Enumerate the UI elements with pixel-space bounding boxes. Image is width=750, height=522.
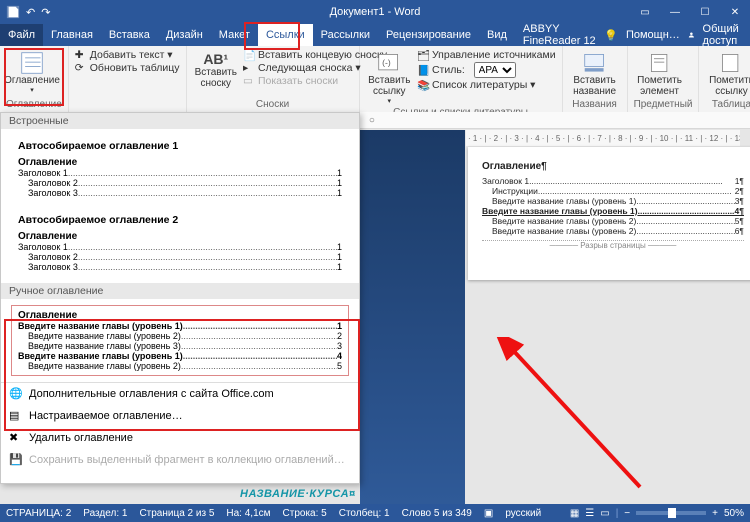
view-web-icon[interactable]: ▭ — [600, 508, 609, 519]
mark-citation-button[interactable]: Пометить ссылку — [705, 49, 750, 99]
group-toc-label: Оглавление — [6, 99, 62, 112]
toc-auto2[interactable]: Автособираемое оглавление 2 Оглавление З… — [11, 209, 349, 277]
prev-page-strip — [360, 130, 465, 504]
globe-icon: 🌐 — [9, 387, 23, 401]
style-dropdown[interactable]: APA — [474, 62, 516, 78]
toc-remove[interactable]: ✖Удалить оглавление — [1, 427, 359, 449]
caption-icon — [581, 51, 609, 75]
tab-references[interactable]: Ссылки — [258, 24, 313, 46]
view-read-icon[interactable]: ☰ — [585, 508, 594, 519]
update-table-button[interactable]: ⟳Обновить таблицу — [75, 62, 180, 74]
ribbon-tabs: Файл Главная Вставка Дизайн Макет Ссылки… — [0, 24, 750, 46]
refresh-icon: ⟳ — [75, 62, 87, 74]
toc-auto1[interactable]: Автособираемое оглавление 1 Оглавление З… — [11, 135, 349, 203]
status-row[interactable]: Строка: 5 — [283, 508, 327, 519]
toc-more-office[interactable]: 🌐Дополнительные оглавления с сайта Offic… — [1, 383, 359, 405]
share-label[interactable]: Общий доступ — [703, 23, 744, 47]
tab-mailings[interactable]: Рассылки — [313, 24, 378, 46]
next-icon: ▸ — [243, 62, 255, 74]
ribbon: Оглавление ▾ Оглавление ✚Добавить текст … — [0, 46, 750, 113]
tab-view[interactable]: Вид — [479, 24, 515, 46]
tab-abbyy[interactable]: ABBYY FineReader 12 — [515, 24, 604, 46]
tab-design[interactable]: Дизайн — [158, 24, 211, 46]
insert-citation-button[interactable]: (-) Вставить ссылку ▾ — [366, 49, 413, 107]
status-words[interactable]: Слово 5 из 349 — [402, 508, 472, 519]
view-print-icon[interactable]: ▦ — [570, 508, 579, 519]
zoom-value[interactable]: 50% — [724, 508, 744, 519]
sources-icon: 🗂 — [417, 49, 429, 61]
redo-icon[interactable]: ↷ — [41, 6, 50, 19]
undo-icon[interactable]: ↶ — [26, 6, 35, 19]
ruler[interactable]: · 1 · | · 2 · | · 3 · | · 4 · | · 5 · | … — [466, 130, 740, 146]
course-title: НАЗВАНИЕ·КУРСА¤ — [240, 488, 355, 500]
chevron-down-icon: ▾ — [388, 97, 392, 105]
status-position[interactable]: На: 4,1см — [226, 508, 270, 519]
tell-me-label[interactable]: Помощн… — [626, 29, 680, 41]
show-icon: ▭ — [243, 75, 255, 87]
minimize-button[interactable]: — — [660, 0, 690, 24]
tab-layout[interactable]: Макет — [211, 24, 258, 46]
doc-toc-heading: Оглавление¶ — [482, 161, 744, 172]
group-captions-label: Названия — [569, 99, 621, 112]
tab-insert[interactable]: Вставка — [101, 24, 158, 46]
toc-small-icon: ▤ — [9, 409, 23, 423]
close-button[interactable]: ✕ — [720, 0, 750, 24]
biblio-icon: 📚 — [417, 79, 429, 91]
style-select[interactable]: 📘Стиль: APA — [417, 62, 556, 78]
zoom-slider[interactable] — [636, 511, 706, 515]
insert-caption-button[interactable]: Вставить название — [569, 49, 621, 99]
toc-save-selection[interactable]: 💾Сохранить выделенный фрагмент в коллекц… — [1, 449, 359, 471]
citation-icon: (-) — [375, 51, 403, 75]
tell-me-icon[interactable]: 💡 — [604, 29, 618, 42]
macro-icon[interactable]: ▣ — [484, 508, 493, 519]
dd-section-builtin: Встроенные — [1, 113, 359, 129]
ab-icon: AB¹ — [203, 51, 228, 67]
toc-manual[interactable]: Оглавление Введите название главы (урове… — [11, 305, 349, 376]
manage-sources-button[interactable]: 🗂Управление источниками — [417, 49, 556, 61]
toc-button[interactable]: Оглавление ▾ — [6, 49, 58, 96]
toc-icon — [18, 51, 46, 75]
toc-custom[interactable]: ▤Настраиваемое оглавление… — [1, 405, 359, 427]
toc-label: Оглавление — [4, 75, 60, 86]
tab-review[interactable]: Рецензирование — [378, 24, 479, 46]
save-icon[interactable] — [6, 5, 20, 19]
plus-icon: ✚ — [75, 49, 87, 61]
share-icon[interactable] — [688, 29, 695, 41]
ribbon-options-icon[interactable]: ▭ — [630, 0, 660, 24]
maximize-button[interactable]: ☐ — [690, 0, 720, 24]
tab-home[interactable]: Главная — [43, 24, 101, 46]
tab-file[interactable]: Файл — [0, 24, 43, 46]
bibliography-button[interactable]: 📚Список литературы ▾ — [417, 79, 556, 91]
page-break-label: Разрыв страницы — [580, 241, 646, 250]
insert-footnote-button[interactable]: AB¹ Вставить сноску — [193, 49, 239, 91]
delete-icon: ✖ — [9, 431, 23, 445]
status-bar: СТРАНИЦА: 2 Раздел: 1 Страница 2 из 5 На… — [0, 504, 750, 522]
nav-icon[interactable]: ○ — [369, 115, 375, 126]
style-icon: 📘 — [417, 64, 429, 76]
status-section[interactable]: Раздел: 1 — [83, 508, 127, 519]
status-pages[interactable]: Страница 2 из 5 — [139, 508, 214, 519]
zoom-in-button[interactable]: + — [712, 508, 718, 519]
document-page[interactable]: Оглавление¶ Заголовок 11¶Инструкции2¶Вве… — [468, 147, 750, 280]
annotation-arrow — [490, 337, 660, 497]
titlebar: ↶ ↷ Документ1 - Word ▭ — ☐ ✕ — [0, 0, 750, 24]
save-icon: 💾 — [9, 453, 23, 467]
status-column[interactable]: Столбец: 1 — [339, 508, 390, 519]
index-icon — [646, 51, 674, 75]
add-text-button[interactable]: ✚Добавить текст ▾ — [75, 49, 180, 61]
group-footnotes-label: Сноски — [193, 99, 353, 112]
endnote-icon: 📄 — [243, 49, 255, 61]
status-page[interactable]: СТРАНИЦА: 2 — [6, 508, 71, 519]
status-language[interactable]: русский — [505, 508, 541, 519]
zoom-out-button[interactable]: − — [624, 508, 630, 519]
toc-gallery-dropdown: Встроенные Автособираемое оглавление 1 О… — [0, 112, 360, 484]
dd-section-manual: Ручное оглавление — [1, 283, 359, 299]
authorities-icon — [717, 51, 745, 75]
chevron-down-icon: ▾ — [30, 86, 34, 94]
mark-entry-button[interactable]: Пометить элемент — [634, 49, 686, 99]
svg-text:(-): (-) — [382, 58, 391, 68]
